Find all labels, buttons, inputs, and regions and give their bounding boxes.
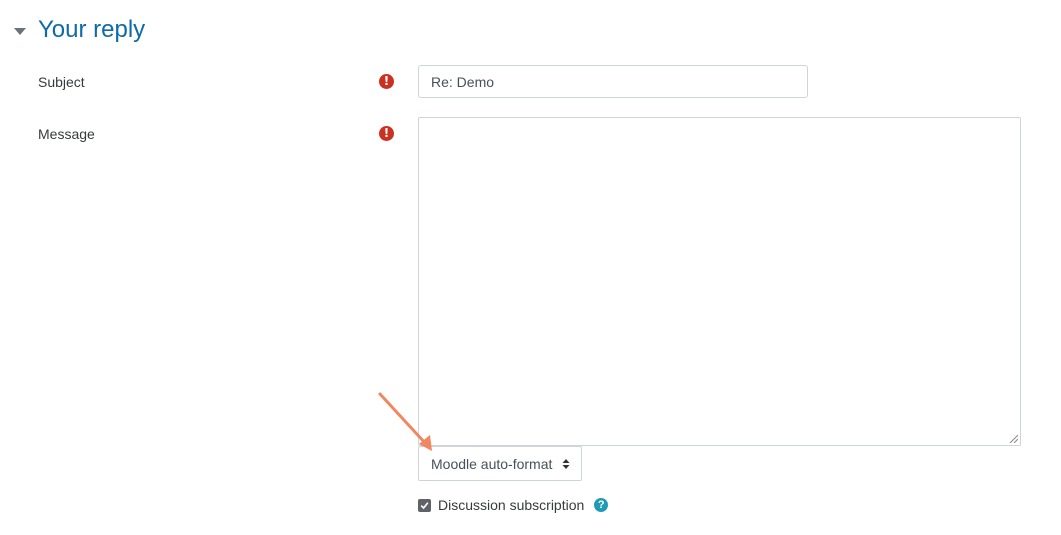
subject-label: Subject [38,74,85,90]
subscription-label[interactable]: Discussion subscription [438,497,584,513]
annotation-arrow-icon [378,392,432,451]
subject-required-icon: ! [379,74,394,89]
section-header[interactable]: Your reply [14,14,145,46]
subscription-checkbox[interactable] [418,498,431,512]
format-select[interactable]: Moodle auto-format [418,446,582,481]
message-label: Message [38,126,95,142]
checkmark-icon [420,501,429,509]
subject-input[interactable] [418,65,808,98]
message-required-icon: ! [379,126,394,141]
select-arrows-icon [562,459,570,469]
message-textarea[interactable] [418,117,1021,446]
collapse-caret-icon[interactable] [14,27,26,35]
resize-handle-icon[interactable] [1008,433,1018,443]
subscription-row: Discussion subscription ? [418,497,609,513]
help-icon[interactable]: ? [594,498,609,512]
section-title: Your reply [38,16,146,43]
format-select-value: Moodle auto-format [431,455,553,472]
